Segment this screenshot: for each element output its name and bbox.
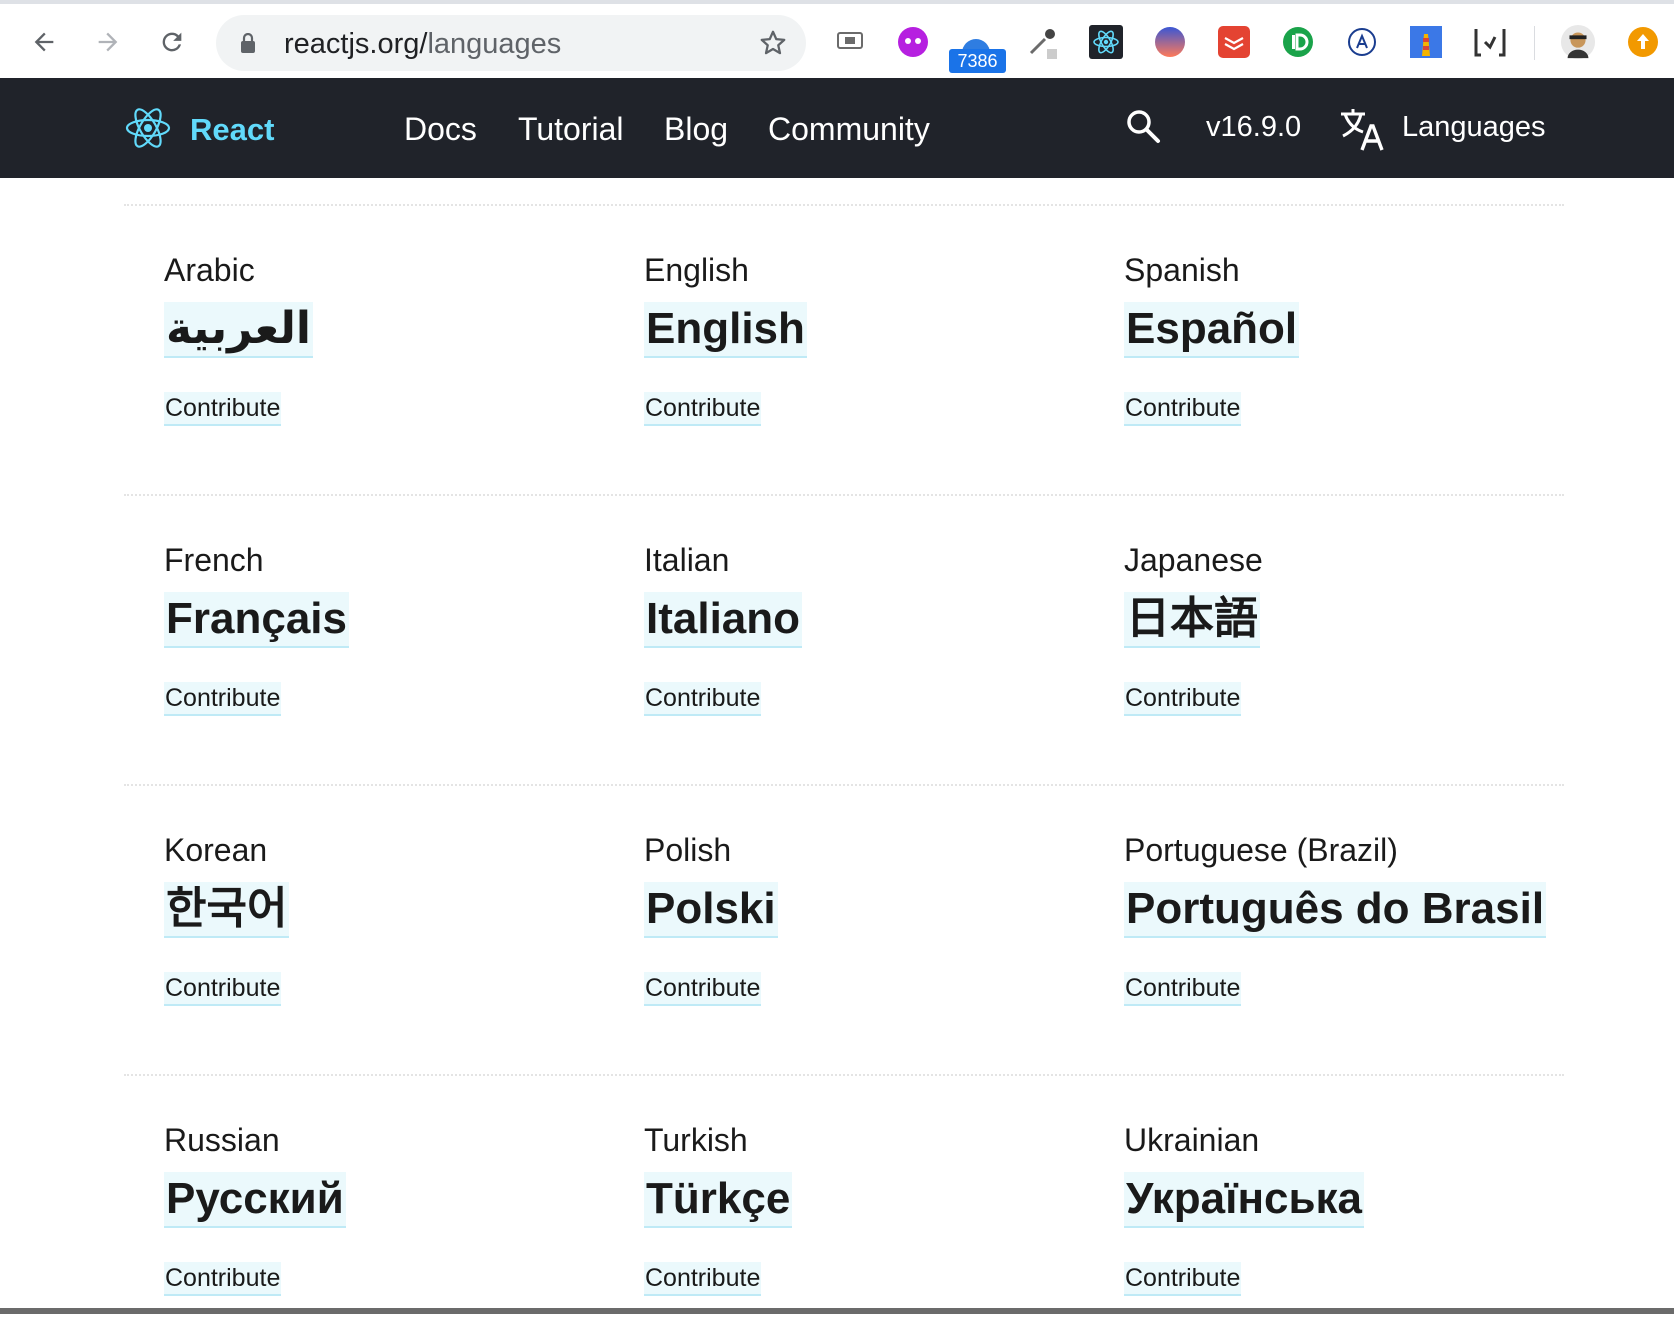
window-bottom-edge [0,1308,1674,1314]
extension-badge: 7386 [949,49,1006,73]
contribute-link[interactable]: Contribute [644,1262,762,1296]
language-native-link[interactable]: 日本語 [1124,592,1260,648]
contribute-link[interactable]: Contribute [1124,1262,1242,1296]
language-native-link[interactable]: Türkçe [644,1172,793,1228]
language-english-name: Portuguese (Brazil) [1124,832,1398,868]
grammar-a-extension-icon[interactable] [1344,24,1380,60]
contribute-link[interactable]: Contribute [164,1262,282,1296]
url-text: reactjs.org/languages [284,28,561,61]
language-native-link[interactable]: 한국어 [164,882,290,938]
language-card-portuguese-brazil: Portuguese (Brazil) Português do Brasil … [1124,832,1584,1032]
language-card-french: French Français Contribute [164,542,624,742]
language-card-english: English English Contribute [644,252,1104,452]
language-native-link[interactable]: English [644,302,807,358]
reload-icon [162,32,182,52]
language-english-name: French [164,542,264,578]
bracket-extension-icon[interactable] [1472,24,1508,60]
nav-link-community[interactable]: Community [768,111,930,148]
lighthouse-icon[interactable] [1408,24,1444,60]
nav-link-tutorial[interactable]: Tutorial [518,111,624,148]
language-card-arabic: Arabic العربية Contribute [164,252,624,452]
row-divider [124,1074,1564,1076]
search-icon[interactable] [1125,108,1161,144]
nav-link-docs[interactable]: Docs [404,111,477,148]
update-available-icon[interactable] [1625,24,1661,60]
language-card-spanish: Spanish Español Contribute [1124,252,1584,452]
language-card-italian: Italian Italiano Contribute [644,542,1104,742]
row-divider [124,494,1564,496]
bookmark-star-icon[interactable] [758,28,788,58]
site-header: React Docs Tutorial Blog Community v16.9… [0,78,1674,178]
address-bar[interactable]: reactjs.org/languages [216,15,806,71]
forward-button[interactable] [88,22,128,62]
notion-clipper-icon[interactable] [832,24,868,60]
contribute-link[interactable]: Contribute [1124,682,1242,716]
language-english-name: Korean [164,832,268,868]
contribute-link[interactable]: Contribute [644,682,762,716]
languages-list: Arabic العربية Contribute English Englis… [0,178,1674,1314]
language-native-link[interactable]: Українська [1124,1172,1365,1228]
languages-link[interactable]: Languages [1402,111,1546,144]
language-card-turkish: Turkish Türkçe Contribute [644,1122,1104,1322]
arrow-left-icon [34,32,54,52]
gradient-circle-extension-icon[interactable] [1152,24,1188,60]
contribute-link[interactable]: Contribute [644,392,762,426]
lock-icon [241,33,255,53]
language-native-link[interactable]: Polski [644,882,778,938]
browser-toolbar: reactjs.org/languages 7386 [0,0,1674,78]
language-card-japanese: Japanese 日本語 Contribute [1124,542,1584,742]
row-divider [124,204,1564,206]
language-card-polish: Polish Polski Contribute [644,832,1104,1032]
react-devtools-icon[interactable] [1088,24,1124,60]
language-english-name: Polish [644,832,732,868]
url-host: reactjs.org/ [284,28,428,60]
nav-link-blog[interactable]: Blog [664,111,728,148]
row-divider [124,784,1564,786]
todoist-icon[interactable] [1216,24,1252,60]
language-native-link[interactable]: Italiano [644,592,803,648]
language-english-name: Arabic [164,252,255,288]
language-english-name: Japanese [1124,542,1263,578]
contribute-link[interactable]: Contribute [1124,392,1242,426]
contribute-link[interactable]: Contribute [164,682,282,716]
language-english-name: Ukrainian [1124,1122,1260,1158]
eyedropper-icon[interactable] [1024,24,1060,60]
language-card-korean: Korean 한국어 Contribute [164,832,624,1032]
react-logo-icon[interactable] [124,104,172,152]
language-native-link[interactable]: Português do Brasil [1124,882,1547,938]
contribute-link[interactable]: Contribute [164,392,282,426]
contribute-link[interactable]: Contribute [164,972,282,1006]
language-native-link[interactable]: العربية [164,302,313,358]
back-button[interactable] [24,22,64,62]
language-card-russian: Russian Русский Contribute [164,1122,624,1322]
toolbar-separator [1534,26,1535,60]
translate-icon[interactable] [1338,106,1384,152]
language-native-link[interactable]: Русский [164,1172,346,1228]
language-english-name: English [644,252,749,288]
green-d-extension-icon[interactable] [1280,24,1316,60]
reload-button[interactable] [152,22,192,62]
profile-avatar[interactable] [1560,24,1596,60]
language-native-link[interactable]: Français [164,592,349,648]
language-english-name: Italian [644,542,730,578]
arrow-right-icon [98,32,118,52]
language-native-link[interactable]: Español [1124,302,1300,358]
language-english-name: Russian [164,1122,280,1158]
url-path: languages [427,28,562,60]
brand-link[interactable]: React [190,112,274,148]
language-card-ukrainian: Ukrainian Українська Contribute [1124,1122,1584,1322]
language-english-name: Turkish [644,1122,748,1158]
language-english-name: Spanish [1124,252,1240,288]
contribute-link[interactable]: Contribute [1124,972,1242,1006]
purple-extension-icon[interactable] [895,24,931,60]
contribute-link[interactable]: Contribute [644,972,762,1006]
version-link[interactable]: v16.9.0 [1206,111,1301,144]
